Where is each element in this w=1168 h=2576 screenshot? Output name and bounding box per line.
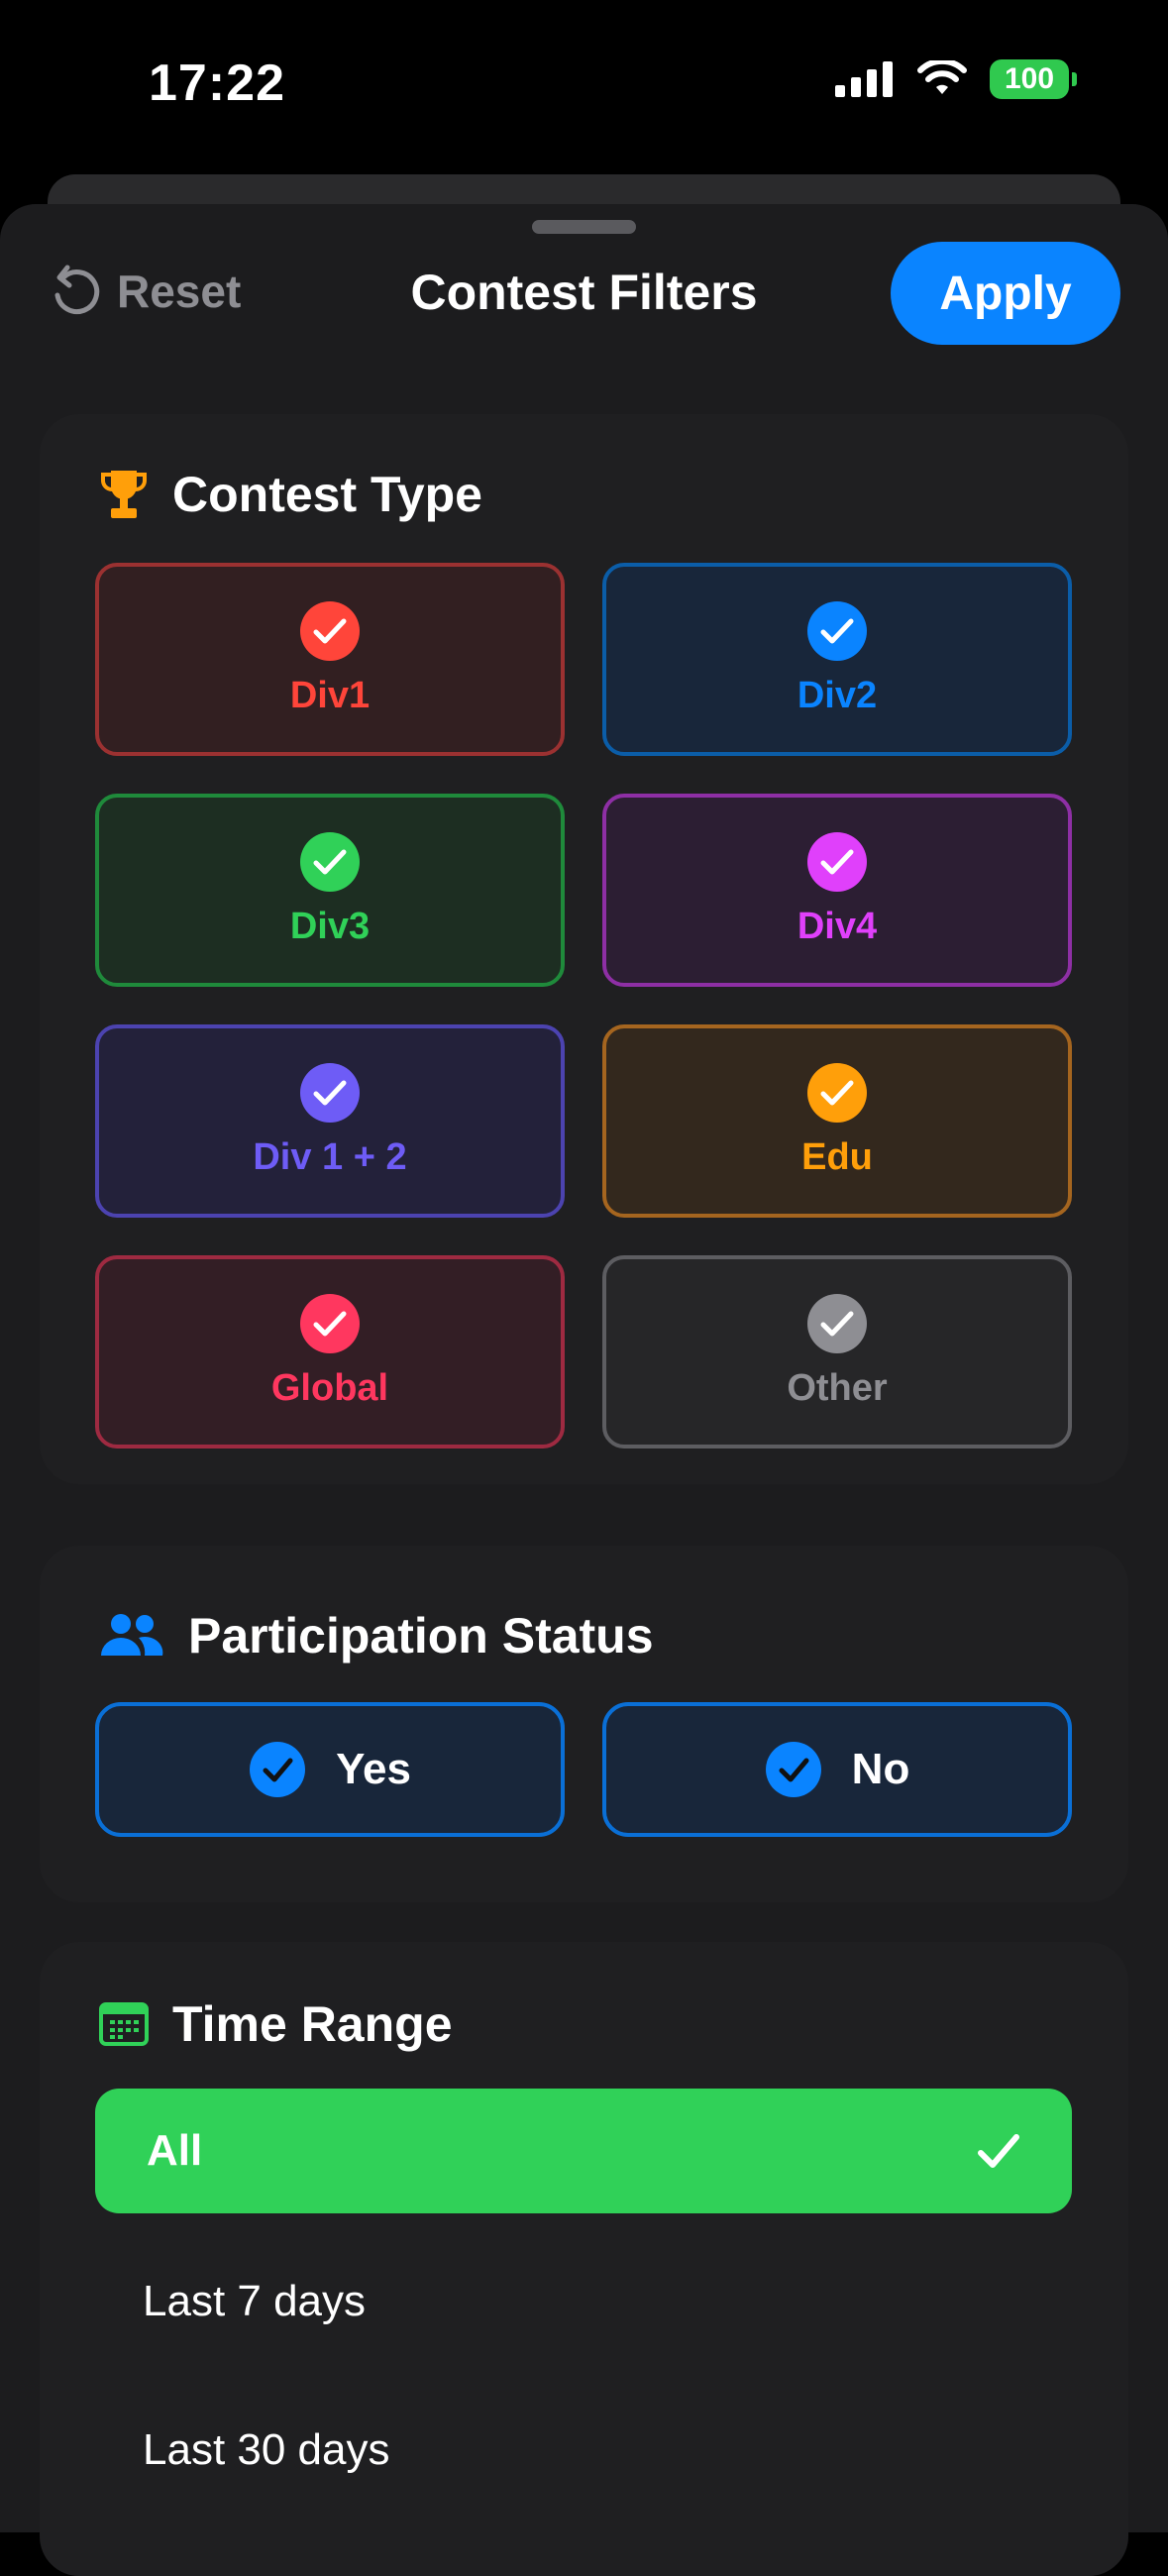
checkmark-circle-icon bbox=[300, 1294, 360, 1353]
participation-options: Yes No bbox=[95, 1702, 1072, 1837]
checkmark-circle-icon bbox=[807, 832, 867, 892]
checkmark-circle-icon bbox=[300, 601, 360, 661]
contest-type-toggle[interactable]: Div2 bbox=[602, 563, 1072, 756]
time-option-last-7-days[interactable]: Last 7 days bbox=[95, 2239, 1072, 2364]
checkmark-circle-icon bbox=[249, 1741, 306, 1798]
cellular-signal-icon bbox=[835, 61, 895, 97]
participation-no-toggle[interactable]: No bbox=[602, 1702, 1072, 1837]
sheet-grabber[interactable] bbox=[532, 220, 636, 234]
wifi-icon bbox=[916, 60, 968, 98]
trophy-icon bbox=[99, 467, 149, 522]
contest-type-label: Div 1 + 2 bbox=[253, 1136, 406, 1179]
time-option-last-30-days[interactable]: Last 30 days bbox=[95, 2388, 1072, 2513]
checkmark-circle-icon bbox=[765, 1741, 822, 1798]
participation-yes-label: Yes bbox=[336, 1745, 411, 1794]
contest-type-label: Div1 bbox=[290, 675, 370, 717]
participation-no-label: No bbox=[852, 1745, 910, 1794]
participation-title: Participation Status bbox=[188, 1607, 654, 1664]
checkmark-circle-icon bbox=[807, 1063, 867, 1123]
contest-type-label: Div2 bbox=[797, 675, 877, 717]
participation-yes-toggle[interactable]: Yes bbox=[95, 1702, 565, 1837]
contest-type-label: Global bbox=[271, 1367, 388, 1410]
calendar-icon bbox=[99, 2002, 149, 2046]
status-time: 17:22 bbox=[149, 54, 285, 113]
time-option-all[interactable]: All bbox=[95, 2089, 1072, 2213]
contest-type-label: Div3 bbox=[290, 906, 370, 948]
battery-level: 100 bbox=[1005, 62, 1054, 96]
checkmark-icon bbox=[977, 2131, 1020, 2171]
contest-type-toggle[interactable]: Div1 bbox=[95, 563, 565, 756]
checkmark-circle-icon bbox=[300, 1063, 360, 1123]
time-option-label: Last 7 days bbox=[143, 2277, 366, 2326]
contest-type-toggle[interactable]: Global bbox=[95, 1255, 565, 1449]
time-option-label: All bbox=[147, 2126, 202, 2176]
nav-bar: Reset Contest Filters Apply bbox=[0, 234, 1168, 353]
contest-type-toggle[interactable]: Other bbox=[602, 1255, 1072, 1449]
time-range-title: Time Range bbox=[172, 1995, 453, 2053]
apply-button[interactable]: Apply bbox=[891, 242, 1120, 345]
contest-type-title: Contest Type bbox=[172, 466, 482, 523]
contest-type-grid: Div1 Div2 Div3 Div4 Div 1 + 2 Edu Global Other bbox=[95, 563, 1072, 1449]
checkmark-circle-icon bbox=[807, 601, 867, 661]
contest-type-toggle[interactable]: Div3 bbox=[95, 794, 565, 987]
contest-type-label: Other bbox=[787, 1367, 887, 1410]
time-range-header: Time Range bbox=[99, 1995, 453, 2053]
checkmark-circle-icon bbox=[807, 1294, 867, 1353]
battery-indicator: 100 bbox=[990, 59, 1069, 99]
participation-header: Participation Status bbox=[99, 1607, 654, 1664]
status-icons: 100 bbox=[835, 59, 1069, 99]
contest-type-label: Edu bbox=[801, 1136, 873, 1179]
checkmark-circle-icon bbox=[300, 832, 360, 892]
contest-type-toggle[interactable]: Edu bbox=[602, 1024, 1072, 1218]
contest-type-toggle[interactable]: Div 1 + 2 bbox=[95, 1024, 565, 1218]
status-bar: 17:22 100 bbox=[0, 0, 1168, 168]
time-option-label: Last 30 days bbox=[143, 2425, 390, 2475]
contest-type-header: Contest Type bbox=[99, 466, 482, 523]
contest-type-toggle[interactable]: Div4 bbox=[602, 794, 1072, 987]
contest-type-label: Div4 bbox=[797, 906, 877, 948]
people-icon bbox=[99, 1612, 164, 1660]
